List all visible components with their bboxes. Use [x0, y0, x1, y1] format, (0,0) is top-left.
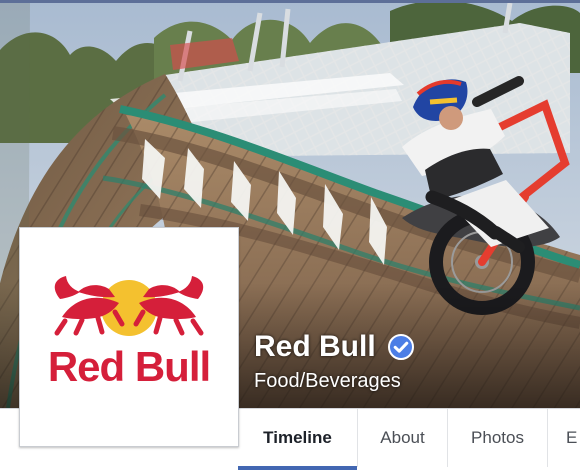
tab-photos-label: Photos: [471, 428, 524, 447]
verified-check-icon: [387, 334, 414, 360]
tab-about[interactable]: About: [358, 409, 448, 467]
tab-partial-next-label: E: [566, 428, 578, 447]
red-bull-logo: Red Bull: [20, 228, 238, 446]
facebook-page-header: Red Bull Red Bull Food/Beverages Timelin…: [0, 0, 580, 470]
tab-partial-next[interactable]: E: [548, 409, 580, 467]
profile-picture[interactable]: Red Bull: [19, 227, 239, 447]
tab-photos[interactable]: Photos: [448, 409, 548, 467]
page-name-text[interactable]: Red Bull: [254, 332, 376, 362]
tab-about-label: About: [380, 428, 425, 447]
page-title[interactable]: Red Bull: [254, 326, 414, 368]
page-category[interactable]: Food/Beverages: [254, 369, 401, 393]
logo-wordmark: Red Bull: [48, 343, 210, 390]
tab-timeline-label: Timeline: [263, 428, 332, 447]
tab-timeline[interactable]: Timeline: [238, 409, 358, 470]
